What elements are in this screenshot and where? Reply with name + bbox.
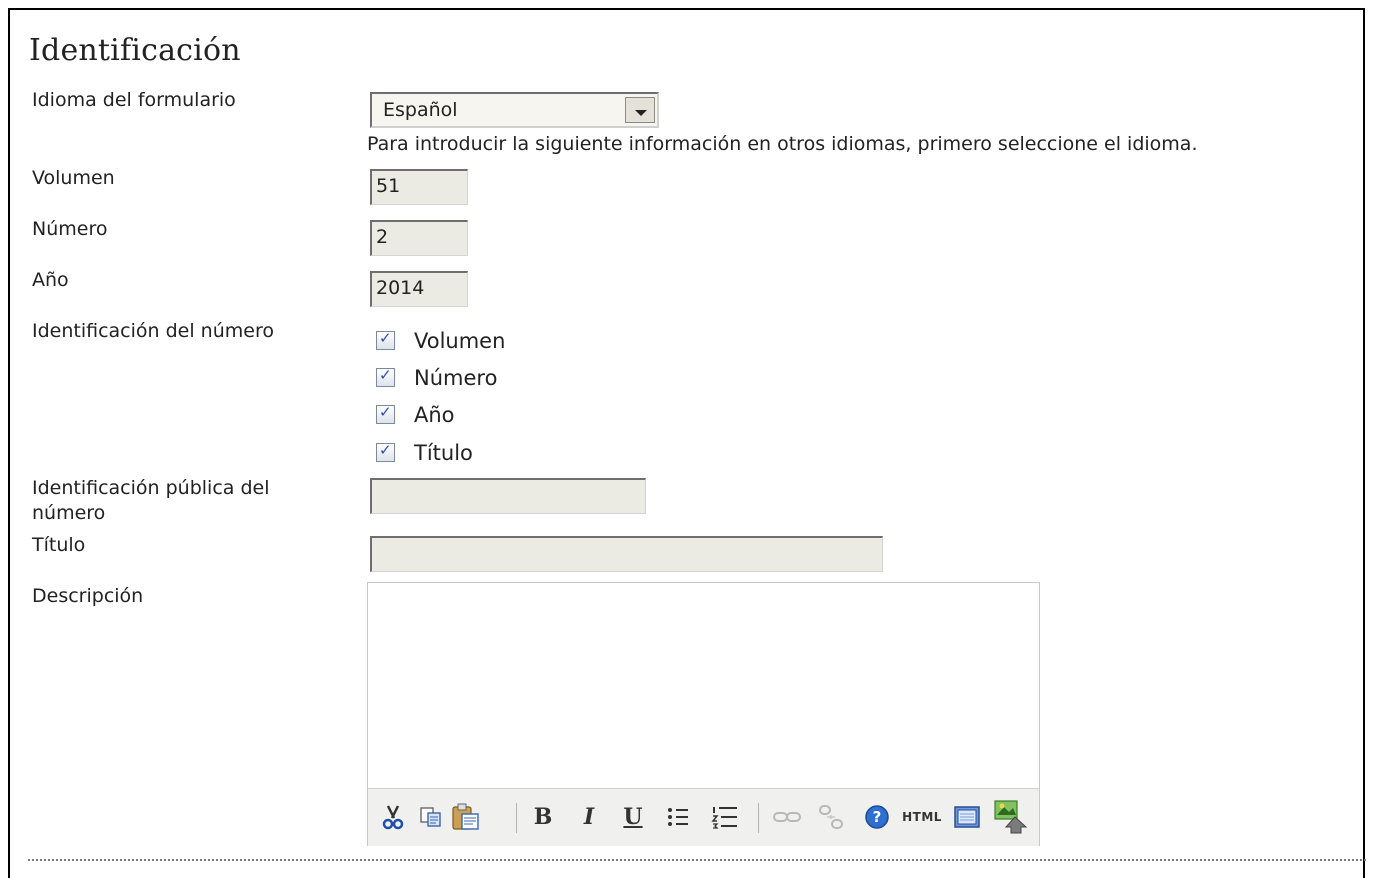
link-icon[interactable] [772,803,802,831]
form-language-select[interactable]: Español [370,92,659,128]
number-checkbox[interactable] [376,366,395,387]
option-label: Número [414,366,498,390]
fullscreen-icon[interactable] [952,803,982,831]
underline-icon[interactable]: U [620,803,646,831]
help-icon[interactable]: ? [863,803,891,831]
volume-label: Volumen [32,167,115,189]
bold-icon[interactable]: B [530,803,556,831]
unlink-icon[interactable] [816,803,846,831]
public-id-input[interactable] [370,478,646,514]
image-icon[interactable] [992,800,1030,834]
section-divider [28,859,1366,861]
title-label: Título [32,534,86,556]
option-label: Título [414,441,473,465]
year-checkbox[interactable] [376,403,395,424]
paste-icon[interactable] [450,803,482,831]
description-editor[interactable]: B I U ? HTML [367,582,1040,846]
option-label: Año [414,403,455,427]
language-hint: Para introducir la siguiente información… [367,133,1198,155]
toolbar-separator [758,803,759,833]
numbered-list-icon[interactable] [710,803,740,831]
svg-text:?: ? [873,808,882,826]
chevron-down-icon[interactable] [625,97,655,123]
section-title: Identificación [29,33,241,68]
number-input[interactable]: 2 [370,220,468,256]
copy-icon[interactable] [418,803,444,831]
description-label: Descripción [32,585,144,607]
title-input[interactable] [370,536,883,572]
bullet-list-icon[interactable] [664,803,692,831]
italic-icon[interactable]: I [576,803,602,831]
year-label: Año [32,269,69,291]
identification-label: Identificación del número [32,320,274,342]
cut-icon[interactable] [380,803,406,831]
option-label: Volumen [414,329,506,353]
year-input[interactable]: 2014 [370,271,468,307]
number-label: Número [32,218,108,240]
toolbar-separator [516,803,517,833]
volume-input[interactable]: 51 [370,169,468,205]
volume-checkbox[interactable] [376,329,395,350]
html-icon[interactable]: HTML [902,803,941,831]
title-checkbox[interactable] [376,441,395,462]
form-language-label: Idioma del formulario [32,89,236,111]
form-language-value: Español [383,99,458,121]
public-id-label: Identificación pública del número [32,477,270,524]
description-textarea[interactable] [368,583,1039,787]
editor-toolbar: B I U ? HTML [368,788,1039,846]
